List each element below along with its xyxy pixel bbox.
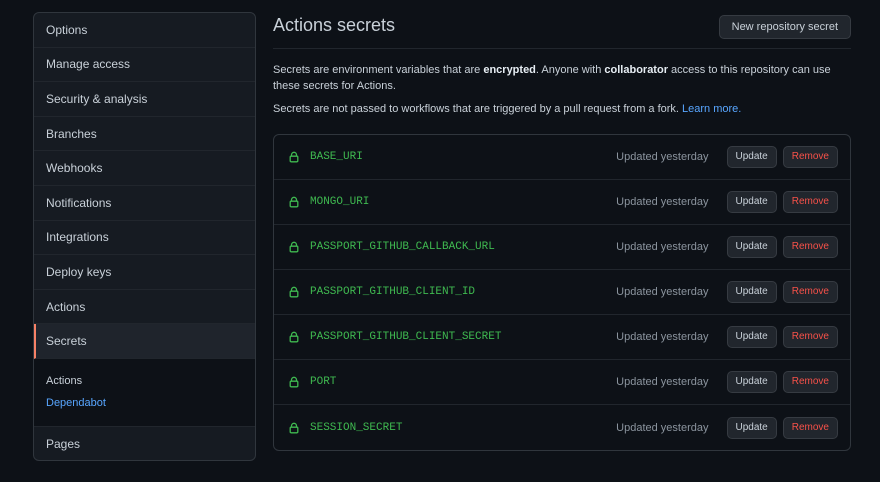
update-secret-button[interactable]: Update	[726, 146, 777, 168]
secret-name: SESSION_SECRET	[310, 421, 403, 434]
lock-icon	[288, 241, 300, 253]
secrets-description: Secrets are environment variables that a…	[273, 62, 851, 94]
secret-row: SESSION_SECRET Updated yesterday Update …	[274, 405, 850, 450]
sidebar-item-options[interactable]: Options	[34, 13, 255, 48]
lock-icon	[288, 151, 300, 163]
description-bold-collaborator: collaborator	[604, 64, 668, 76]
sidebar-item-label: Deploy keys	[46, 264, 112, 279]
remove-secret-button[interactable]: Remove	[782, 326, 838, 348]
sidebar-item-secrets[interactable]: Secrets	[34, 324, 255, 359]
remove-secret-button[interactable]: Remove	[782, 416, 838, 439]
fork-notice: Secrets are not passed to workflows that…	[273, 103, 851, 115]
sidebar-item-webhooks[interactable]: Webhooks	[34, 151, 255, 186]
update-secret-button[interactable]: Update	[726, 326, 777, 348]
secret-row: PASSPORT_GITHUB_CALLBACK_URL Updated yes…	[274, 225, 850, 270]
new-repository-secret-button[interactable]: New repository secret	[718, 15, 851, 39]
update-secret-button[interactable]: Update	[726, 371, 777, 393]
settings-sidebar: Options Manage access Security & analysi…	[33, 12, 256, 461]
sidebar-item-security-analysis[interactable]: Security & analysis	[34, 82, 255, 117]
remove-secret-button[interactable]: Remove	[782, 236, 838, 258]
lock-icon	[288, 422, 300, 434]
secret-row: PASSPORT_GITHUB_CLIENT_SECRET Updated ye…	[274, 315, 850, 360]
secret-row: PASSPORT_GITHUB_CLIENT_ID Updated yester…	[274, 270, 850, 315]
secret-name: PASSPORT_GITHUB_CLIENT_SECRET	[310, 331, 502, 343]
description-text: . Anyone with	[535, 64, 605, 76]
lock-icon	[288, 331, 300, 343]
secret-updated-time: Updated yesterday	[616, 331, 709, 343]
secret-name: MONGO_URI	[310, 196, 370, 208]
sidebar-item-notifications[interactable]: Notifications	[34, 186, 255, 221]
secret-updated-time: Updated yesterday	[616, 286, 709, 298]
secrets-list: BASE_URI Updated yesterday Update Remove…	[273, 134, 851, 451]
learn-more-link[interactable]: Learn more.	[682, 103, 741, 115]
sidebar-item-label: Webhooks	[46, 161, 103, 176]
sidebar-item-label: Integrations	[46, 230, 109, 245]
sidebar-item-pages[interactable]: Pages	[34, 427, 255, 460]
sidebar-item-label: Manage access	[46, 57, 131, 72]
secret-name: PASSPORT_GITHUB_CALLBACK_URL	[310, 241, 495, 253]
remove-secret-button[interactable]: Remove	[782, 281, 838, 303]
secret-row: BASE_URI Updated yesterday Update Remove	[274, 135, 850, 180]
sidebar-item-branches[interactable]: Branches	[34, 117, 255, 152]
sidebar-item-label: Secrets	[46, 334, 87, 349]
secrets-main: Actions secrets New repository secret Se…	[273, 0, 851, 451]
secret-updated-time: Updated yesterday	[616, 241, 709, 253]
update-secret-button[interactable]: Update	[726, 236, 777, 258]
sidebar-item-actions[interactable]: Actions	[34, 290, 255, 325]
sidebar-subitem-dependabot[interactable]: Dependabot	[46, 397, 243, 409]
update-secret-button[interactable]: Update	[726, 416, 777, 439]
sidebar-item-label: Notifications	[46, 195, 112, 210]
sidebar-item-label: Actions	[46, 299, 86, 314]
secret-row: PORT Updated yesterday Update Remove	[274, 360, 850, 405]
lock-icon	[288, 196, 300, 208]
secret-updated-time: Updated yesterday	[616, 421, 709, 434]
update-secret-button[interactable]: Update	[726, 191, 777, 213]
remove-secret-button[interactable]: Remove	[782, 146, 838, 168]
sidebar-item-deploy-keys[interactable]: Deploy keys	[34, 255, 255, 290]
lock-icon	[288, 286, 300, 298]
sidebar-secrets-submenu: Actions Dependabot	[34, 358, 255, 427]
lock-icon	[288, 376, 300, 388]
page-header: Actions secrets New repository secret	[273, 0, 851, 49]
sidebar-item-label: Pages	[46, 437, 81, 452]
sidebar-item-label: Branches	[46, 126, 97, 141]
secret-updated-time: Updated yesterday	[616, 376, 709, 388]
page-title: Actions secrets	[273, 15, 396, 35]
secret-name: PORT	[310, 376, 337, 388]
remove-secret-button[interactable]: Remove	[782, 371, 838, 393]
secret-updated-time: Updated yesterday	[616, 196, 709, 208]
fork-notice-text: Secrets are not passed to workflows that…	[273, 103, 683, 115]
sidebar-item-manage-access[interactable]: Manage access	[34, 48, 255, 83]
secret-updated-time: Updated yesterday	[616, 151, 709, 163]
secret-name: PASSPORT_GITHUB_CLIENT_ID	[310, 286, 476, 298]
secret-row: MONGO_URI Updated yesterday Update Remov…	[274, 180, 850, 225]
description-bold-encrypted: encrypted	[483, 64, 536, 76]
remove-secret-button[interactable]: Remove	[782, 191, 838, 213]
sidebar-item-label: Options	[46, 22, 88, 37]
update-secret-button[interactable]: Update	[726, 281, 777, 303]
secret-name: BASE_URI	[310, 151, 363, 163]
sidebar-item-label: Security & analysis	[46, 91, 148, 106]
sidebar-item-integrations[interactable]: Integrations	[34, 221, 255, 256]
description-text: Secrets are environment variables that a…	[273, 64, 484, 76]
sidebar-subitem-actions[interactable]: Actions	[46, 375, 243, 397]
